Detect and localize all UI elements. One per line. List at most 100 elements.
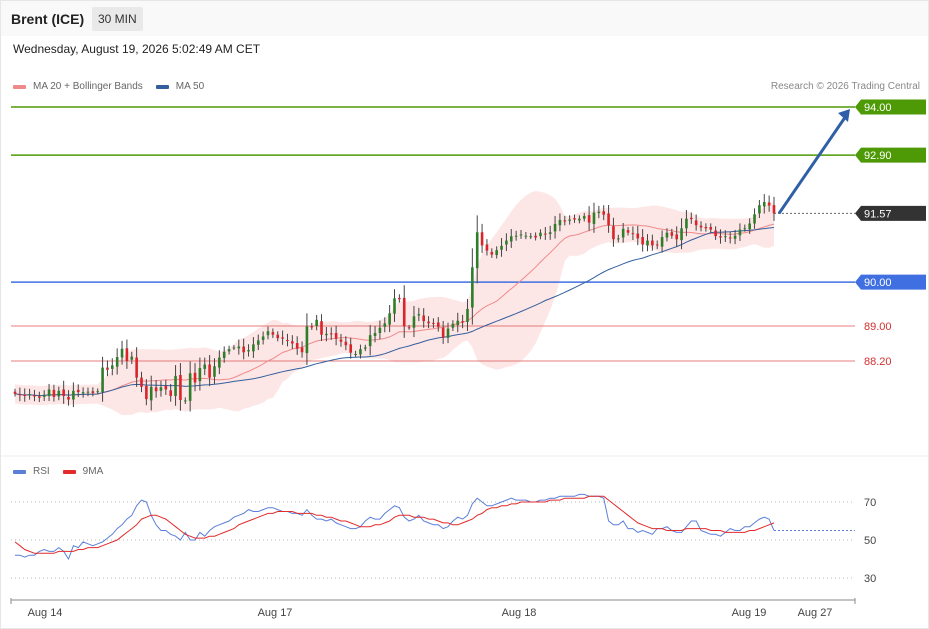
candle <box>329 333 333 335</box>
candle <box>188 373 192 401</box>
candle <box>665 232 669 238</box>
candle <box>115 357 119 367</box>
candle <box>354 353 357 355</box>
candle <box>310 326 314 328</box>
candle <box>772 205 776 214</box>
candle <box>578 218 581 221</box>
candle <box>203 364 207 369</box>
rsi-tick-label: 30 <box>864 573 876 585</box>
price-level-label: 89.00 <box>864 321 892 333</box>
candle <box>81 392 85 394</box>
candle <box>670 232 674 236</box>
rsi-tick-label: 50 <box>864 535 876 547</box>
rsi-9ma-line <box>14 495 775 554</box>
candle <box>193 372 197 383</box>
candle <box>753 214 756 224</box>
price-chart[interactable]: 94.00 92.90 91.57 90.00 89.00 88.20 70 50 30 Aug … <box>0 0 929 629</box>
candle <box>91 391 95 393</box>
candle <box>145 385 148 400</box>
candle <box>446 328 450 338</box>
candle <box>101 367 104 393</box>
candle <box>295 343 299 349</box>
candle <box>422 315 425 322</box>
candle <box>23 394 27 397</box>
candle <box>125 348 129 361</box>
candle <box>227 349 231 352</box>
candle <box>743 228 747 230</box>
candle <box>242 346 245 353</box>
price-level-label: 91.57 <box>864 208 892 220</box>
candle <box>655 244 659 246</box>
candle <box>247 350 250 352</box>
candle <box>582 216 586 219</box>
candle <box>539 232 542 237</box>
candle <box>368 335 372 347</box>
candle <box>276 334 280 339</box>
candle <box>505 240 508 245</box>
candle <box>33 395 36 397</box>
price-level-label: 94.00 <box>864 102 892 114</box>
candle <box>130 356 134 360</box>
candle <box>349 344 353 353</box>
candle <box>174 375 177 397</box>
candle <box>383 323 387 327</box>
candle <box>169 390 172 397</box>
price-level-label: 90.00 <box>864 277 892 289</box>
candle <box>733 235 737 239</box>
candle <box>490 251 494 255</box>
candle <box>480 232 484 246</box>
candle <box>573 218 576 220</box>
candle <box>714 230 717 237</box>
candle <box>218 357 221 368</box>
candle <box>106 367 109 370</box>
candle <box>500 245 503 250</box>
candle <box>154 387 158 392</box>
candle <box>762 202 766 207</box>
candle <box>344 341 348 346</box>
candle <box>660 237 664 247</box>
rsi-tick-label: 70 <box>864 497 876 509</box>
candle <box>86 391 90 393</box>
rsi-line <box>15 493 775 561</box>
candle <box>636 233 640 239</box>
candle <box>96 391 100 393</box>
candle <box>495 250 498 256</box>
candle <box>72 390 75 400</box>
candle <box>427 321 430 324</box>
candle <box>407 327 411 329</box>
candle <box>13 391 17 394</box>
candle <box>617 238 620 240</box>
candle <box>393 298 396 314</box>
candle <box>52 389 56 397</box>
candle <box>514 235 518 237</box>
candle <box>62 389 65 397</box>
candle <box>286 339 289 341</box>
candle <box>412 316 416 328</box>
candle <box>680 228 683 241</box>
candle <box>689 217 693 220</box>
candle <box>641 237 644 245</box>
candle <box>334 332 338 339</box>
candle <box>325 333 328 336</box>
candle <box>208 364 211 378</box>
candle <box>519 234 523 236</box>
candle <box>271 332 275 335</box>
time-axis-label: Aug 19 <box>732 607 767 619</box>
candle <box>602 211 606 215</box>
time-axis-label: Aug 17 <box>258 607 293 619</box>
candle <box>261 336 265 340</box>
candle <box>388 313 391 325</box>
candle <box>256 340 260 345</box>
candle <box>38 396 41 398</box>
candle <box>568 219 571 221</box>
candle <box>378 327 382 333</box>
candle <box>266 331 270 336</box>
candle <box>626 230 630 233</box>
candle <box>704 226 708 229</box>
candle <box>42 394 46 397</box>
candle <box>607 213 610 226</box>
price-level-label: 92.90 <box>864 150 892 162</box>
candle <box>592 212 596 224</box>
candle <box>631 233 635 235</box>
candle <box>694 220 698 226</box>
